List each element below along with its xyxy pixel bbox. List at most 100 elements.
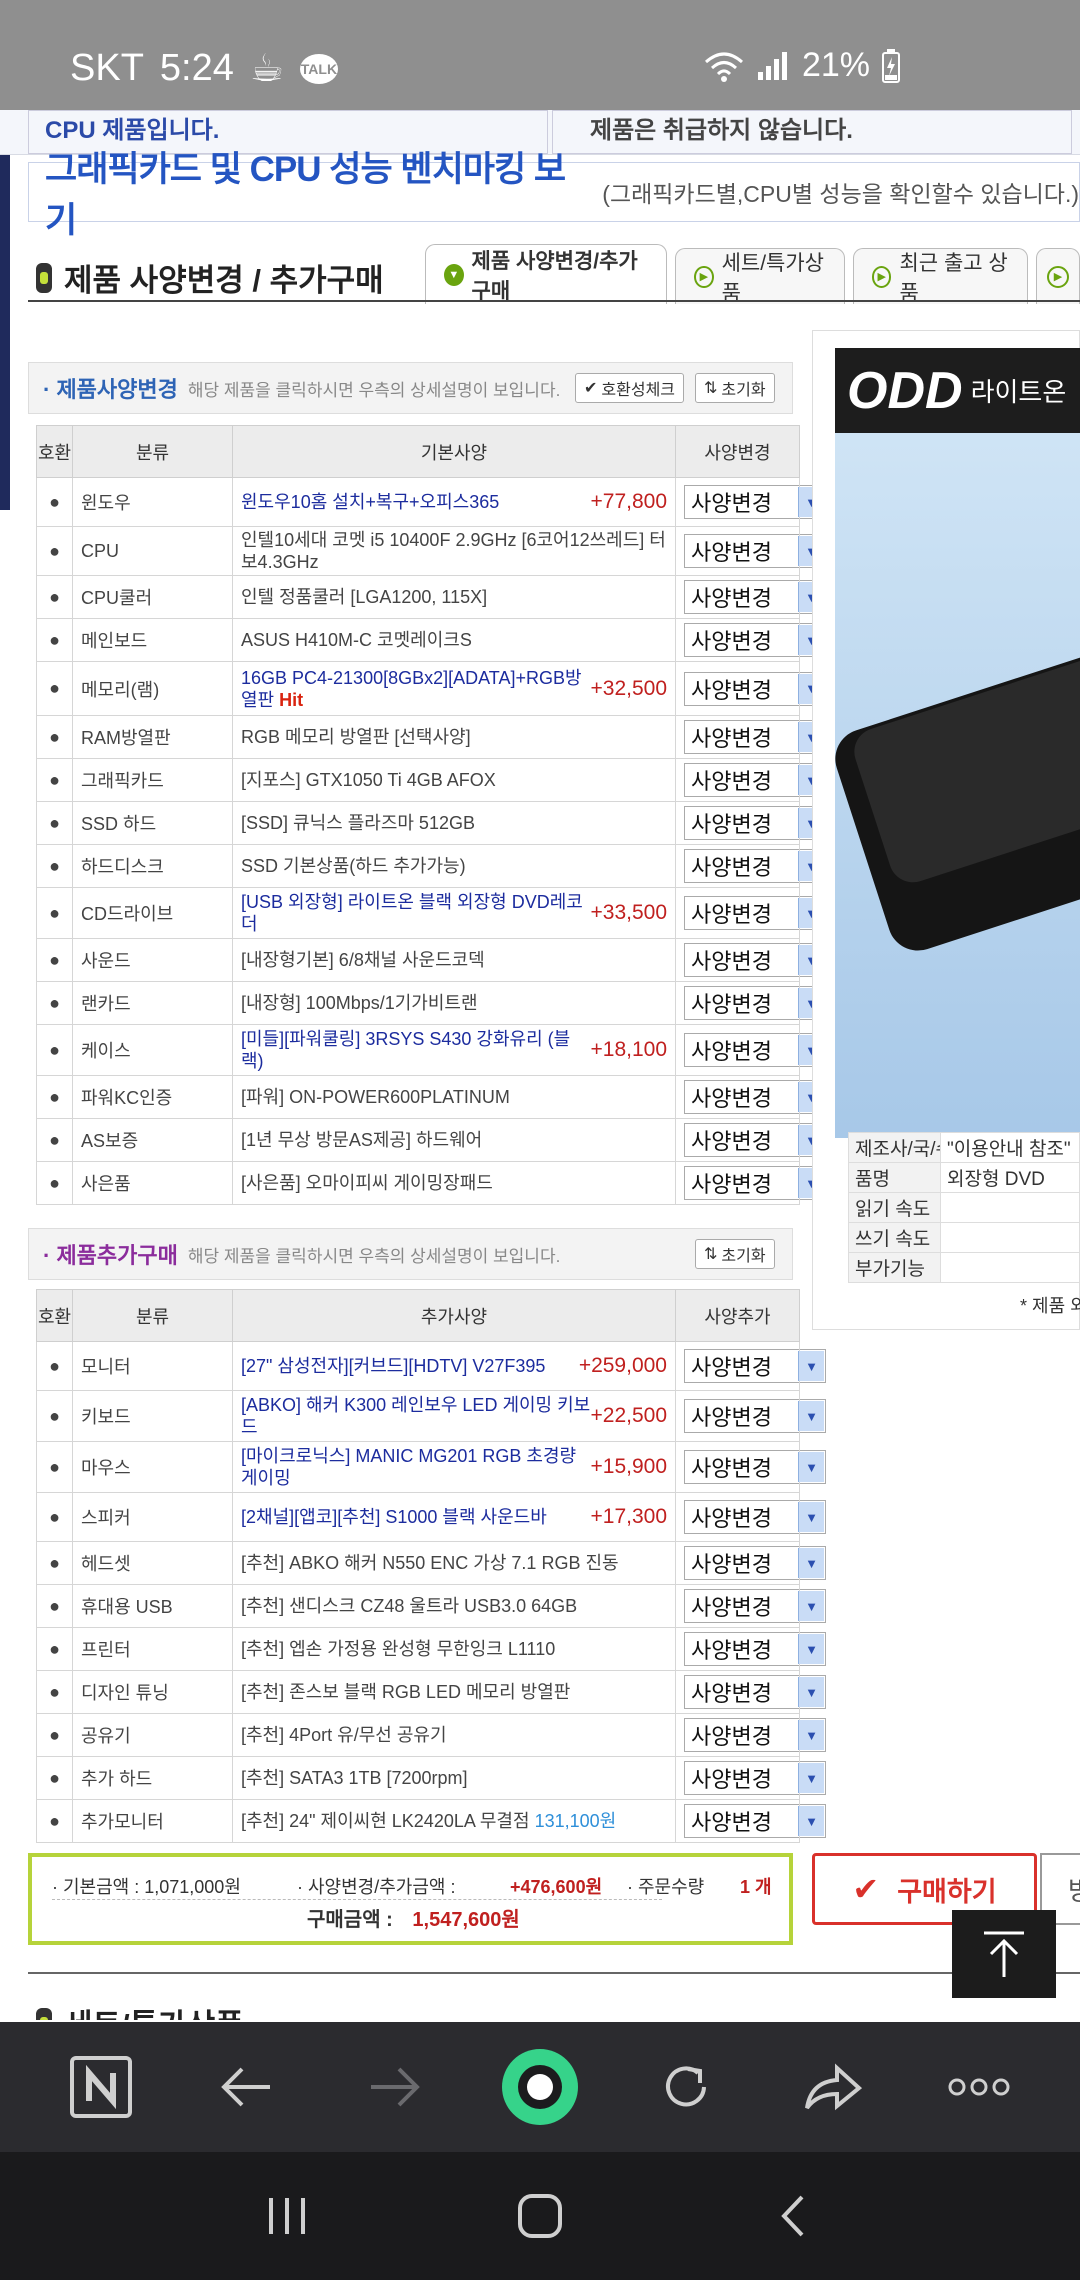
row-spec[interactable]: [추천] SATA3 1TB [7200rpm] (232, 1756, 676, 1800)
naver-home-button[interactable] (46, 2037, 156, 2137)
spec-change-select[interactable]: 사양변경▼ (684, 720, 826, 754)
spec-change-select[interactable]: 사양변경▼ (684, 806, 826, 840)
table-row[interactable]: ● CD드라이브 [USB 외장형] 라이트온 블랙 외장형 DVD레코더 +33,5… (36, 887, 826, 939)
table-row[interactable]: ● 공유기 [추천] 4Port 유/무선 공유기 사양변경 ▼ (36, 1713, 826, 1757)
spec-change-select[interactable]: 사양변경▼ (684, 763, 826, 797)
row-spec[interactable]: RGB 메모리 방열판 [선택사양] (232, 715, 676, 759)
table-row[interactable]: ●SSD 하드 [SSD] 큐닉스 플라즈마 512GB 사양변경▼ (36, 801, 826, 845)
row-spec[interactable]: [미들][파워쿨링] 3RSYS S430 강화유리 (블랙) +18,100 (232, 1024, 676, 1076)
table-row[interactable]: ● 케이스 [미들][파워쿨링] 3RSYS S430 강화유리 (블랙) +18,1… (36, 1024, 826, 1076)
row-spec-name[interactable]: 16GB PC4-21300[8GBx2][ADATA]+RGB방열판 Hit (241, 667, 591, 711)
table-row[interactable]: ●메인보드 ASUS H410M-C 코멧레이크S 사양변경▼ (36, 618, 826, 662)
reset-button[interactable]: ⇅ 초기화 (695, 373, 775, 403)
table-row[interactable]: ●그래픽카드 [지포스] GTX1050 Ti 4GB AFOX 사양변경▼ (36, 758, 826, 802)
row-spec-name[interactable]: [지포스] GTX1050 Ti 4GB AFOX (241, 769, 496, 791)
table-row[interactable]: ●윈도우 윈도우10홈 설치+복구+오피스365 +77,800 사양변경▼ (36, 477, 826, 527)
table-row[interactable]: ● CPU 인텔10세대 코멧 i5 10400F 2.9GHz [6코어12쓰레드… (36, 526, 826, 576)
row-spec-name[interactable]: [내장형] 100Mbps/1기가비트랜 (241, 992, 478, 1014)
refresh-button[interactable] (631, 2037, 741, 2137)
table-row[interactable]: ●파워KC인증 [파워] ON-POWER600PLATINUM 사양변경▼ (36, 1075, 826, 1119)
row-spec[interactable]: [추천] 4Port 유/무선 공유기 (232, 1713, 676, 1757)
spec-change-select[interactable]: 사양변경▼ (684, 1349, 826, 1383)
row-spec-name[interactable]: [파워] ON-POWER600PLATINUM (241, 1086, 510, 1108)
row-spec[interactable]: [마이크로닉스] MANIC MG201 RGB 초경량 게이밍 +15,900 (232, 1441, 676, 1493)
row-spec-name[interactable]: RGB 메모리 방열판 [선택사양] (241, 726, 471, 748)
spec-change-select[interactable]: 사양변경▼ (684, 1718, 826, 1752)
row-spec[interactable]: 16GB PC4-21300[8GBx2][ADATA]+RGB방열판 Hit +… (232, 661, 676, 716)
row-spec[interactable]: [ABKO] 해커 K300 레인보우 LED 게이밍 키보드 +22,500 (232, 1390, 676, 1442)
row-spec-name[interactable]: SSD 기본상품(하드 추가가능) (241, 855, 466, 877)
row-spec-name[interactable]: [1년 무상 방문AS제공] 하드웨어 (241, 1129, 482, 1151)
system-back-button[interactable] (738, 2166, 848, 2266)
row-spec-name[interactable]: [추천] 4Port 유/무선 공유기 (241, 1724, 447, 1746)
more-button[interactable] (924, 2037, 1034, 2137)
back-button[interactable] (192, 2037, 302, 2137)
spec-change-select[interactable]: 사양변경▼ (684, 896, 826, 930)
row-spec-name[interactable]: [2채널][앱코][추천] S1000 블랙 사운드바 (241, 1506, 547, 1528)
row-spec-name[interactable]: [미들][파워쿨링] 3RSYS S430 강화유리 (블랙) (241, 1028, 591, 1072)
table-row[interactable]: ● 추가 하드 [추천] SATA3 1TB [7200rpm] 사양변경 ▼ (36, 1756, 826, 1800)
spec-change-select[interactable]: 사양변경▼ (684, 534, 826, 568)
row-spec[interactable]: [27" 삼성전자][커브드][HDTV] V27F395 +259,000 (232, 1341, 676, 1391)
table-row[interactable]: ● 추가모니터 [추천] 24" 제이씨현 LK2420LA 무결점 131,100… (36, 1799, 826, 1843)
spec-change-select[interactable]: 사양변경▼ (684, 1546, 826, 1580)
row-spec[interactable]: 윈도우10홈 설치+복구+오피스365 +77,800 (232, 477, 676, 527)
spec-change-select[interactable]: 사양변경▼ (684, 623, 826, 657)
row-spec[interactable]: [지포스] GTX1050 Ti 4GB AFOX (232, 758, 676, 802)
row-spec[interactable]: [추천] ABKO 해커 N550 ENC 가상 7.1 RGB 진동 (232, 1541, 676, 1585)
row-spec-name[interactable]: [추천] 샌디스크 CZ48 울트라 USB3.0 64GB (241, 1595, 577, 1617)
table-row[interactable]: ●하드디스크 SSD 기본상품(하드 추가가능) 사양변경▼ (36, 844, 826, 888)
row-spec-name[interactable]: [추천] ABKO 해커 N550 ENC 가상 7.1 RGB 진동 (241, 1552, 619, 1574)
spec-change-select[interactable]: 사양변경▼ (684, 671, 826, 706)
row-spec[interactable]: 인텔 정품쿨러 [LGA1200, 115X] (232, 575, 676, 619)
green-dot-button[interactable] (485, 2037, 595, 2137)
row-spec-name[interactable]: [USB 외장형] 라이트온 블랙 외장형 DVD레코더 (241, 891, 591, 935)
row-spec-name[interactable]: [추천] SATA3 1TB [7200rpm] (241, 1767, 468, 1789)
row-spec[interactable]: [2채널][앱코][추천] S1000 블랙 사운드바 +17,300 (232, 1492, 676, 1542)
spec-change-select[interactable]: 사양변경▼ (684, 580, 826, 614)
row-spec[interactable]: [추천] 존스보 블랙 RGB LED 메모리 방열판 (232, 1670, 676, 1714)
row-spec[interactable]: [사은품] 오마이피씨 게이밍장패드 (232, 1161, 676, 1205)
spec-change-select[interactable]: 사양변경▼ (684, 1632, 826, 1666)
table-row[interactable]: ● 디자인 튜닝 [추천] 존스보 블랙 RGB LED 메모리 방열판 사양변경 ▼ (36, 1670, 826, 1714)
table-row[interactable]: ● 키보드 [ABKO] 해커 K300 레인보우 LED 게이밍 키보드 +22,5… (36, 1390, 826, 1442)
row-spec[interactable]: [파워] ON-POWER600PLATINUM (232, 1075, 676, 1119)
spec-change-select[interactable]: 사양변경▼ (684, 1033, 826, 1067)
row-spec-name[interactable]: ASUS H410M-C 코멧레이크S (241, 629, 472, 651)
row-spec[interactable]: [SSD] 큐닉스 플라즈마 512GB (232, 801, 676, 845)
row-spec[interactable]: [내장형] 100Mbps/1기가비트랜 (232, 981, 676, 1025)
table-row[interactable]: ●사운드 [내장형기본] 6/8채널 사운드코덱 사양변경▼ (36, 938, 826, 982)
row-spec-name[interactable]: [27" 삼성전자][커브드][HDTV] V27F395 (241, 1355, 545, 1377)
tab-recent-shipped[interactable]: ▶ 최근 출고 상품 (853, 248, 1028, 305)
row-spec[interactable]: [1년 무상 방문AS제공] 하드웨어 (232, 1118, 676, 1162)
row-spec-name[interactable]: [추천] 존스보 블랙 RGB LED 메모리 방열판 (241, 1681, 570, 1703)
row-spec-name[interactable]: 인텔10세대 코멧 i5 10400F 2.9GHz [6코어12쓰레드] 터보… (241, 529, 667, 573)
row-spec[interactable]: ASUS H410M-C 코멧레이크S (232, 618, 676, 662)
row-spec-name[interactable]: [SSD] 큐닉스 플라즈마 512GB (241, 812, 475, 834)
spec-change-select[interactable]: 사양변경▼ (684, 1804, 826, 1838)
spec-change-select[interactable]: 사양변경▼ (684, 485, 826, 519)
row-spec[interactable]: [추천] 엡손 가정용 완성형 무한잉크 L1110 (232, 1627, 676, 1671)
table-row[interactable]: ● 스피커 [2채널][앱코][추천] S1000 블랙 사운드바 +17,300 사양… (36, 1492, 826, 1542)
home-button[interactable] (485, 2166, 595, 2266)
table-row[interactable]: ● 헤드셋 [추천] ABKO 해커 N550 ENC 가상 7.1 RGB 진동 사… (36, 1541, 826, 1585)
recent-apps-button[interactable] (232, 2166, 342, 2266)
row-spec[interactable]: 인텔10세대 코멧 i5 10400F 2.9GHz [6코어12쓰레드] 터보… (232, 526, 676, 576)
row-spec[interactable]: [추천] 샌디스크 CZ48 울트라 USB3.0 64GB (232, 1584, 676, 1628)
tab-set-special[interactable]: ▶ 세트/특가상품 (675, 248, 846, 305)
spec-change-select[interactable]: 사양변경▼ (684, 849, 826, 883)
row-spec-name[interactable]: [마이크로닉스] MANIC MG201 RGB 초경량 게이밍 (241, 1445, 591, 1489)
table-row[interactable]: ●랜카드 [내장형] 100Mbps/1기가비트랜 사양변경▼ (36, 981, 826, 1025)
row-spec-name[interactable]: [추천] 24" 제이씨현 LK2420LA 무결점 131,100원 (241, 1810, 616, 1832)
tab-more[interactable]: ▶ (1036, 248, 1080, 304)
row-spec[interactable]: [추천] 24" 제이씨현 LK2420LA 무결점 131,100원 (232, 1799, 676, 1843)
table-row[interactable]: ● 모니터 [27" 삼성전자][커브드][HDTV] V27F395 +259,00… (36, 1341, 826, 1391)
row-spec[interactable]: [내장형기본] 6/8채널 사운드코덱 (232, 938, 676, 982)
spec-change-select[interactable]: 사양변경▼ (684, 1450, 826, 1484)
spec-change-select[interactable]: 사양변경▼ (684, 1500, 826, 1534)
share-button[interactable] (778, 2037, 888, 2137)
spec-change-select[interactable]: 사양변경▼ (684, 1675, 826, 1709)
spec-change-select[interactable]: 사양변경▼ (684, 1761, 826, 1795)
benchmark-banner[interactable]: 그래픽카드 및 CPU 성능 벤치마킹 보기 (그래픽카드별,CPU별 성능을 … (28, 150, 1080, 240)
row-spec-name[interactable]: [내장형기본] 6/8채널 사운드코덱 (241, 949, 485, 971)
